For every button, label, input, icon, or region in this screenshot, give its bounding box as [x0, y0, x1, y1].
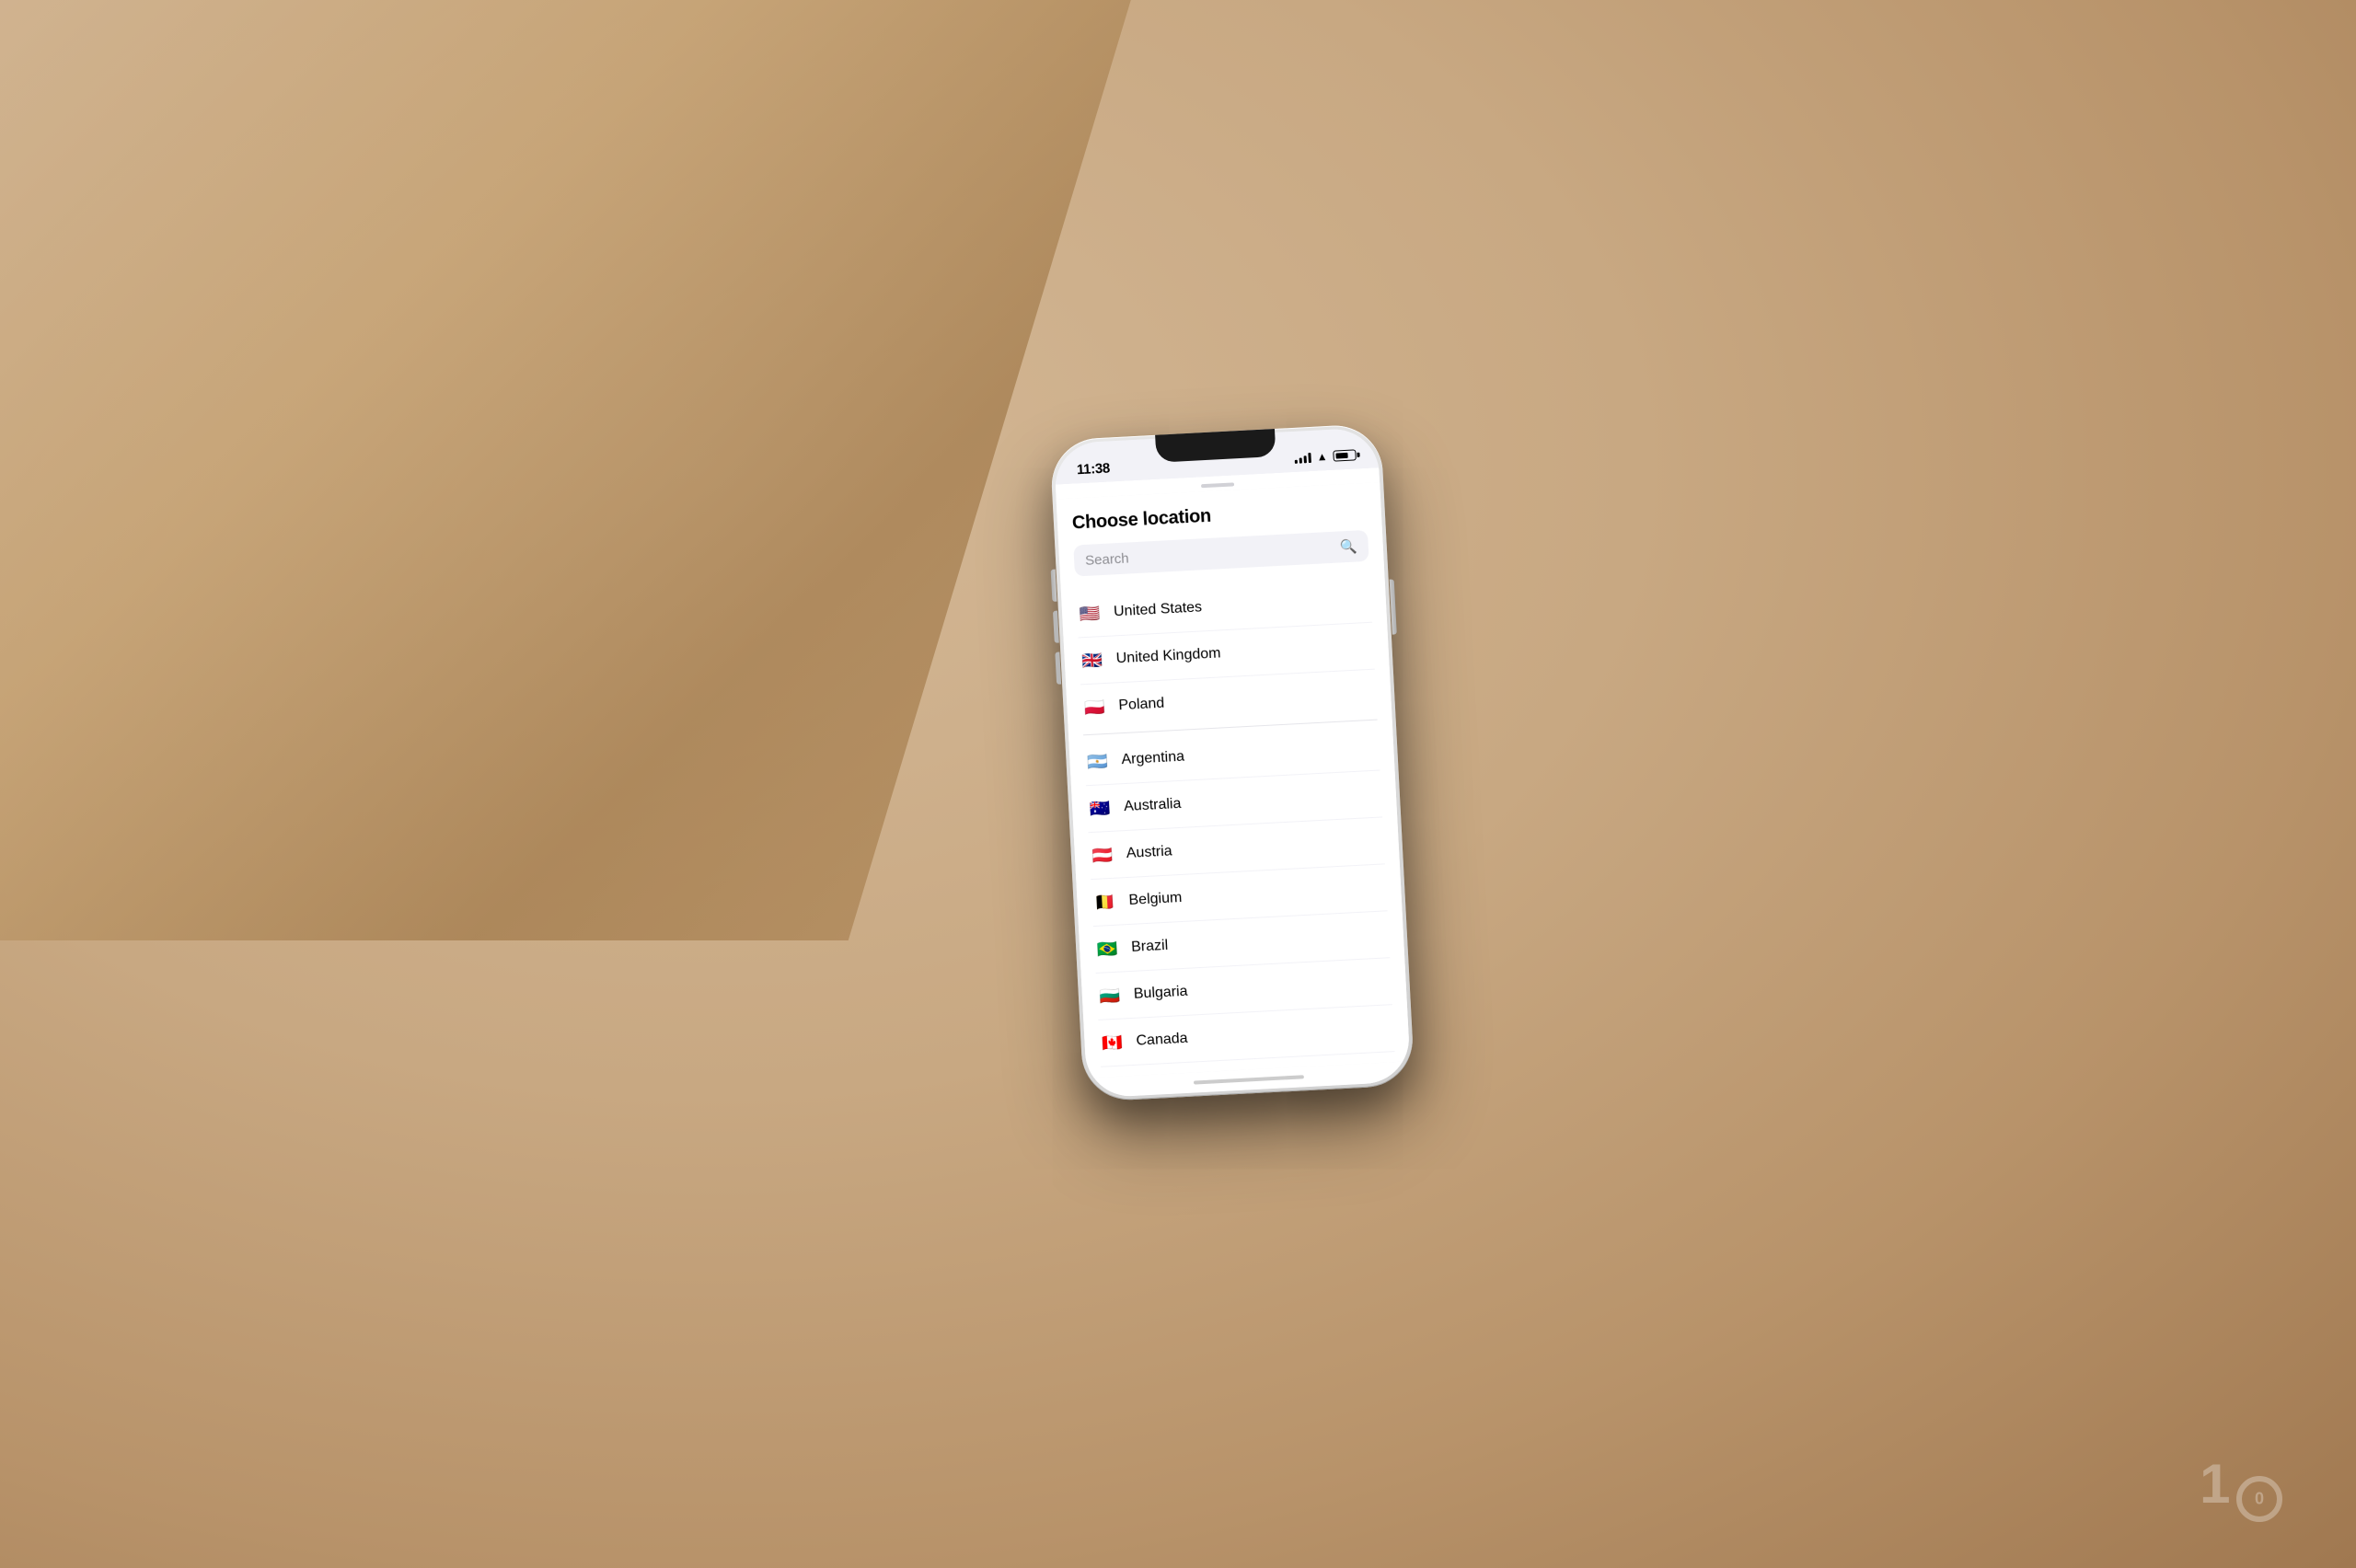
flag-pl: 🇵🇱: [1081, 694, 1108, 721]
recent-countries-list: 🇺🇸 United States 🇬🇧 United Kingdom 🇵🇱 Po…: [1076, 576, 1378, 732]
country-name-pl: Poland: [1118, 696, 1165, 715]
flag-us: 🇺🇸: [1076, 600, 1103, 627]
country-name-br: Brazil: [1131, 938, 1169, 956]
status-time: 11:38: [1077, 460, 1111, 478]
screen-content: Choose location Search 🔍 🇺🇸 United State…: [1056, 467, 1411, 1099]
flag-bg: 🇧🇬: [1096, 982, 1123, 1009]
watermark-circle-icon: 0: [2236, 1476, 2282, 1522]
flag-ca: 🇨🇦: [1099, 1029, 1126, 1055]
country-name-au: Australia: [1124, 796, 1182, 815]
search-placeholder: Search: [1085, 539, 1341, 568]
wifi-icon: ▲: [1316, 450, 1328, 464]
battery-icon: [1333, 449, 1357, 461]
flag-at: 🇦🇹: [1089, 842, 1115, 869]
flag-br: 🇧🇷: [1094, 936, 1121, 963]
country-name-ca: Canada: [1136, 1031, 1188, 1050]
flag-ar: 🇦🇷: [1084, 748, 1111, 775]
status-icons: ▲: [1294, 448, 1357, 464]
signal-icon: [1294, 452, 1311, 464]
phone-mockup: 11:38 ▲: [1049, 423, 1415, 1102]
search-icon: 🔍: [1340, 537, 1358, 555]
country-name-bg: Bulgaria: [1133, 984, 1188, 1003]
country-name-at: Austria: [1126, 843, 1172, 862]
phone-screen: 11:38 ▲: [1053, 427, 1411, 1098]
phone-frame: 11:38 ▲: [1049, 423, 1415, 1102]
home-bar: [1194, 1075, 1304, 1084]
country-name-ar: Argentina: [1121, 749, 1184, 769]
country-name-be: Belgium: [1128, 890, 1183, 909]
country-name-uk: United Kingdom: [1115, 645, 1221, 667]
flag-au: 🇦🇺: [1087, 795, 1114, 822]
flag-be: 🇧🇪: [1091, 889, 1118, 916]
country-name-us: United States: [1114, 599, 1203, 620]
watermark: 1 0: [2200, 1452, 2282, 1522]
flag-uk: 🇬🇧: [1079, 647, 1105, 674]
watermark-text: 1: [2200, 1453, 2228, 1515]
sheet-handle: [1201, 482, 1234, 488]
app-content[interactable]: Choose location Search 🔍 🇺🇸 United State…: [1057, 482, 1410, 1078]
all-countries-list: 🇦🇷 Argentina 🇦🇺 Australia 🇦🇹 Austria: [1083, 724, 1404, 1078]
